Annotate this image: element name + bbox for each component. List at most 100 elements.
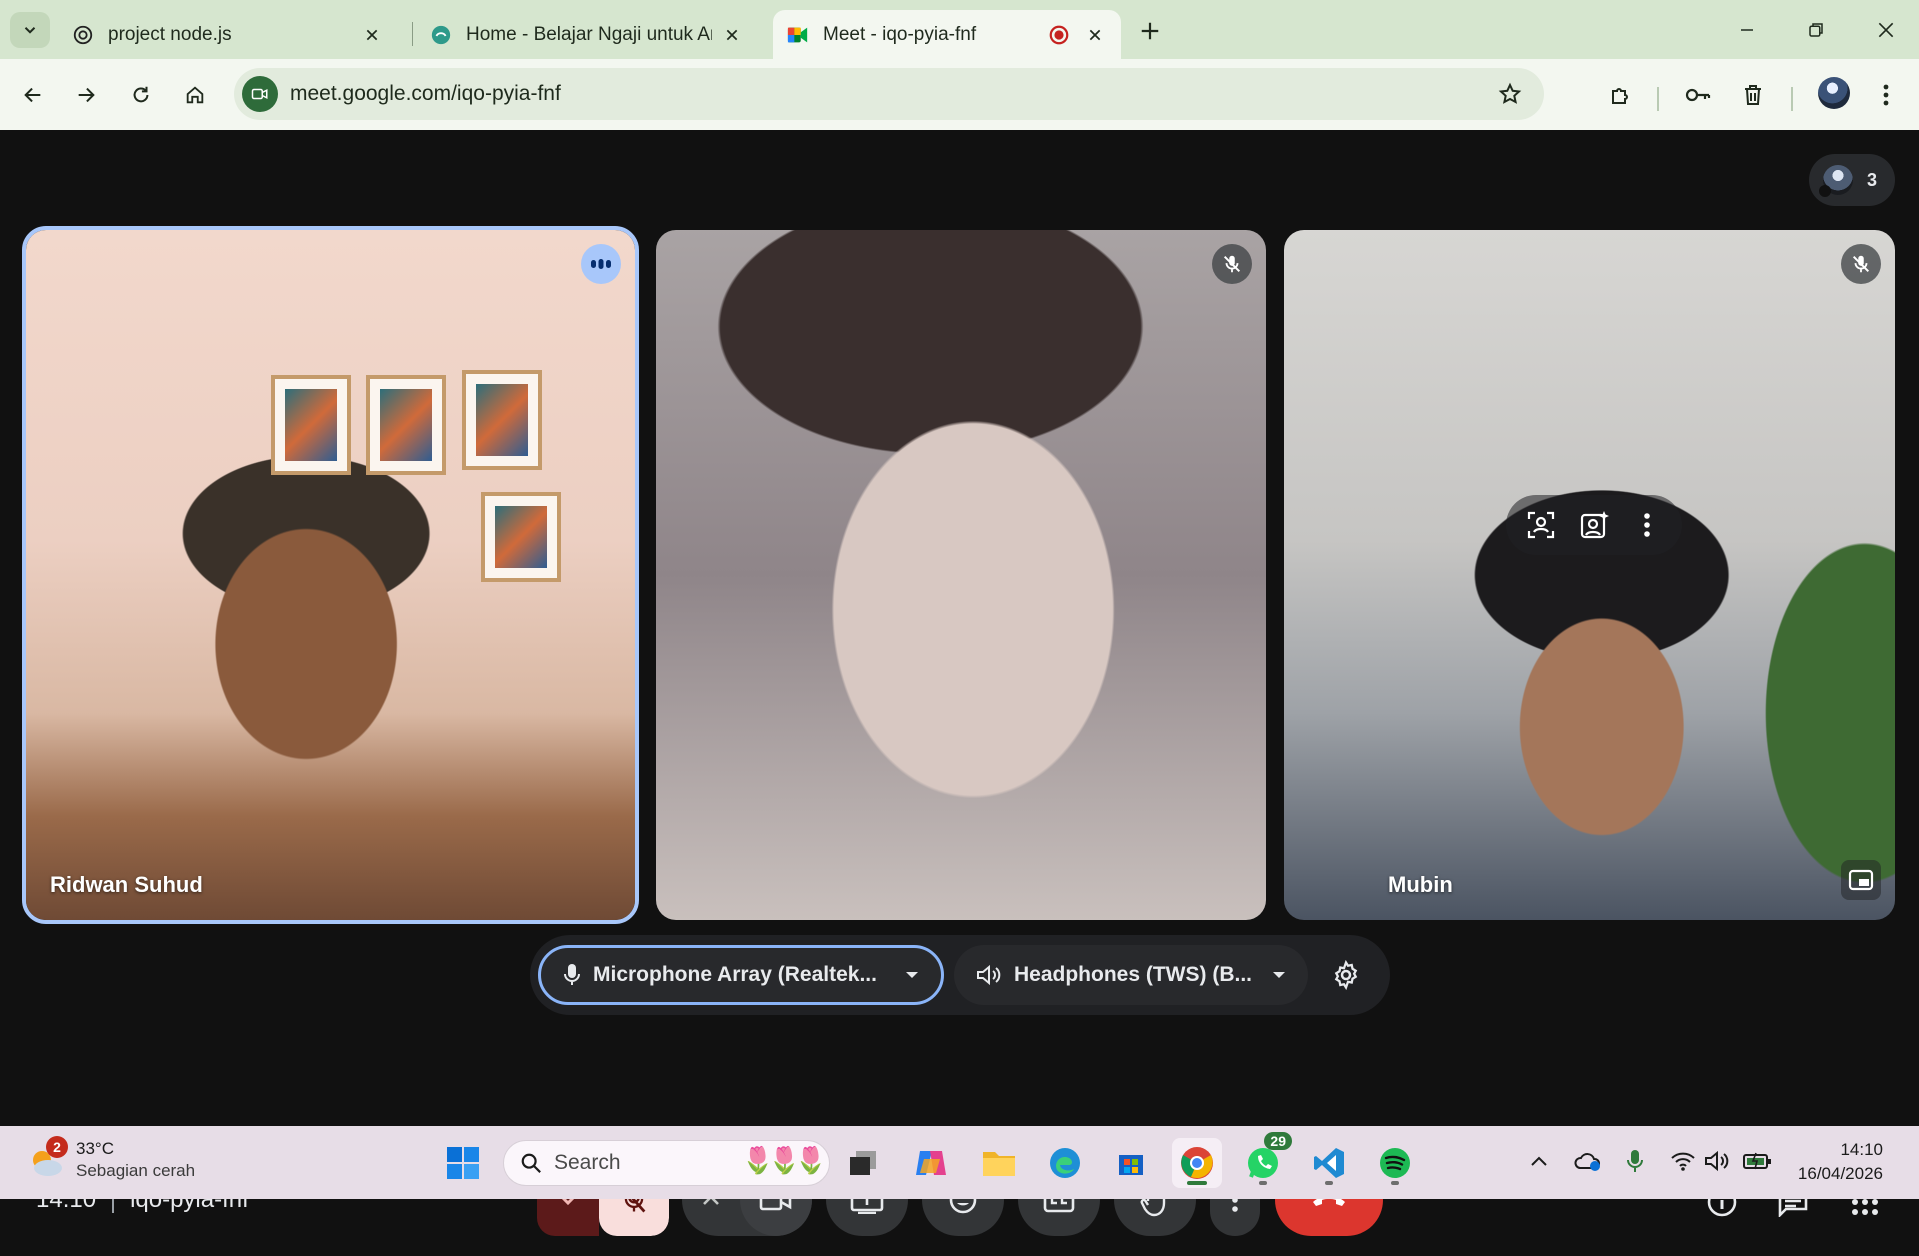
meet-stage: 3 Ridwan Suhud Mubin Microphone Array (R… xyxy=(0,130,1919,1236)
home-icon xyxy=(186,86,204,104)
address-bar[interactable]: meet.google.com/iqo-pyia-fnf xyxy=(234,68,1544,120)
browser-toolbar: meet.google.com/iqo-pyia-fnf xyxy=(0,59,1919,130)
audio-device-popup: Microphone Array (Realtek... Headphones … xyxy=(530,935,1390,1015)
battery-tray-icon[interactable] xyxy=(1742,1146,1772,1176)
show-hidden-icons-button[interactable] xyxy=(1524,1146,1554,1176)
search-icon xyxy=(521,1153,541,1173)
participant-video xyxy=(656,230,1266,920)
whatsapp-unread-badge: 29 xyxy=(1264,1132,1292,1150)
mic-off-icon xyxy=(1852,255,1870,273)
picture-in-picture-button[interactable] xyxy=(1841,860,1881,900)
participant-video xyxy=(1284,230,1895,920)
minimize-button[interactable] xyxy=(1723,10,1771,50)
minimize-icon xyxy=(1741,29,1753,31)
url-text: meet.google.com/iqo-pyia-fnf xyxy=(290,82,561,105)
browser-menu-button[interactable] xyxy=(1866,75,1906,115)
spotify-button[interactable] xyxy=(1370,1138,1420,1188)
chevron-up-icon xyxy=(1531,1156,1547,1166)
close-tab-icon[interactable] xyxy=(360,23,384,47)
chatgpt-icon xyxy=(72,24,94,46)
volume-tray-icon[interactable] xyxy=(1703,1146,1733,1176)
close-window-button[interactable] xyxy=(1862,10,1910,50)
profile-avatar[interactable] xyxy=(1818,77,1850,109)
tab-title: Home - Belajar Ngaji untuk Ana xyxy=(466,23,712,45)
toolbar-divider xyxy=(1657,87,1659,111)
vscode-button[interactable] xyxy=(1304,1138,1354,1188)
frame-person-button[interactable] xyxy=(1521,505,1561,545)
participant-name: Mubin xyxy=(1388,872,1453,897)
google-meet-icon xyxy=(787,24,809,46)
new-tab-button[interactable] xyxy=(1133,14,1167,48)
frame-person-icon xyxy=(1527,511,1554,539)
close-tab-icon[interactable] xyxy=(1083,23,1107,47)
microsoft-store-button[interactable] xyxy=(1106,1138,1156,1188)
tab-belajar-ngaji[interactable]: Home - Belajar Ngaji untuk Ana xyxy=(416,10,758,59)
reload-button[interactable] xyxy=(121,75,161,115)
edge-icon xyxy=(1050,1148,1080,1178)
reload-icon xyxy=(133,86,149,103)
task-view-icon xyxy=(850,1151,876,1175)
password-manager-button[interactable] xyxy=(1678,75,1718,115)
mic-off-icon xyxy=(1223,255,1241,273)
search-placeholder: Search xyxy=(554,1151,621,1174)
windows-taskbar: 2 33°C Sebagian cerah Search 🌷🌷🌷 29 14:1… xyxy=(0,1126,1919,1199)
system-clock[interactable]: 14:10 16/04/2026 xyxy=(1798,1138,1883,1186)
store-icon xyxy=(1119,1155,1143,1175)
running-indicator xyxy=(1391,1181,1399,1185)
participant-tile-ridwan[interactable]: Ridwan Suhud xyxy=(22,226,639,924)
participant-count: 3 xyxy=(1867,169,1878,190)
home-button[interactable] xyxy=(175,75,215,115)
whatsapp-icon xyxy=(1248,1148,1278,1178)
tab-meet[interactable]: Meet - iqo-pyia-fnf xyxy=(773,10,1121,59)
weather-widget[interactable]: 2 33°C Sebagian cerah xyxy=(26,1136,196,1182)
restore-icon xyxy=(1809,23,1823,37)
onedrive-tray-icon[interactable] xyxy=(1573,1146,1603,1176)
windows-logo-icon xyxy=(447,1147,479,1179)
start-button[interactable] xyxy=(438,1138,488,1188)
extensions-button[interactable] xyxy=(1600,75,1640,115)
whatsapp-button[interactable]: 29 xyxy=(1238,1132,1292,1188)
more-vert-icon xyxy=(1644,513,1651,537)
chrome-button[interactable] xyxy=(1172,1138,1222,1188)
tab-search-button[interactable] xyxy=(10,12,50,48)
running-indicator xyxy=(1187,1181,1207,1185)
weather-description: Sebagian cerah xyxy=(76,1161,196,1180)
chrome-icon xyxy=(1181,1147,1213,1179)
audio-settings-button[interactable] xyxy=(1316,945,1376,1005)
forward-button[interactable] xyxy=(66,75,106,115)
close-icon xyxy=(1878,22,1894,38)
muted-indicator xyxy=(1212,244,1252,284)
tulips-icon: 🌷🌷🌷 xyxy=(741,1145,827,1175)
microphone-tray-icon[interactable] xyxy=(1620,1146,1650,1176)
trash-icon xyxy=(1745,85,1761,105)
delete-browsing-data-button[interactable] xyxy=(1733,75,1773,115)
participant-video xyxy=(26,230,635,920)
taskbar-search[interactable]: Search 🌷🌷🌷 xyxy=(503,1140,830,1186)
puzzle-icon xyxy=(1612,88,1628,104)
bookmark-star-icon[interactable] xyxy=(1496,80,1524,108)
tab-project-node[interactable]: project node.js xyxy=(58,10,398,59)
tile-more-options-button[interactable] xyxy=(1627,505,1667,545)
microphone-icon xyxy=(564,964,580,985)
restore-button[interactable] xyxy=(1792,10,1840,50)
picture-in-picture-icon xyxy=(1848,869,1874,891)
speaker-select[interactable]: Headphones (TWS) (B... xyxy=(954,945,1308,1005)
edge-button[interactable] xyxy=(1040,1138,1090,1188)
copilot-button[interactable] xyxy=(906,1138,956,1188)
microphone-select[interactable]: Microphone Array (Realtek... xyxy=(538,945,944,1005)
file-explorer-button[interactable] xyxy=(974,1138,1024,1188)
wifi-tray-icon[interactable] xyxy=(1668,1146,1698,1176)
speaking-indicator[interactable] xyxy=(581,244,621,284)
close-tab-icon[interactable] xyxy=(720,23,744,47)
visual-effects-button[interactable] xyxy=(1574,505,1614,545)
participant-name: Ridwan Suhud xyxy=(50,872,203,897)
participant-tile-mubin[interactable]: Mubin xyxy=(1284,230,1895,920)
tile-hover-controls xyxy=(1506,495,1682,555)
tab-strip: project node.js Home - Belajar Ngaji unt… xyxy=(0,0,1919,59)
back-button[interactable] xyxy=(13,75,53,115)
participant-tile-2[interactable] xyxy=(656,230,1266,920)
task-view-button[interactable] xyxy=(838,1138,888,1188)
participants-chip[interactable]: 3 xyxy=(1809,154,1895,206)
weather-alert-badge: 2 xyxy=(46,1136,68,1158)
site-info-icon[interactable] xyxy=(242,76,278,112)
